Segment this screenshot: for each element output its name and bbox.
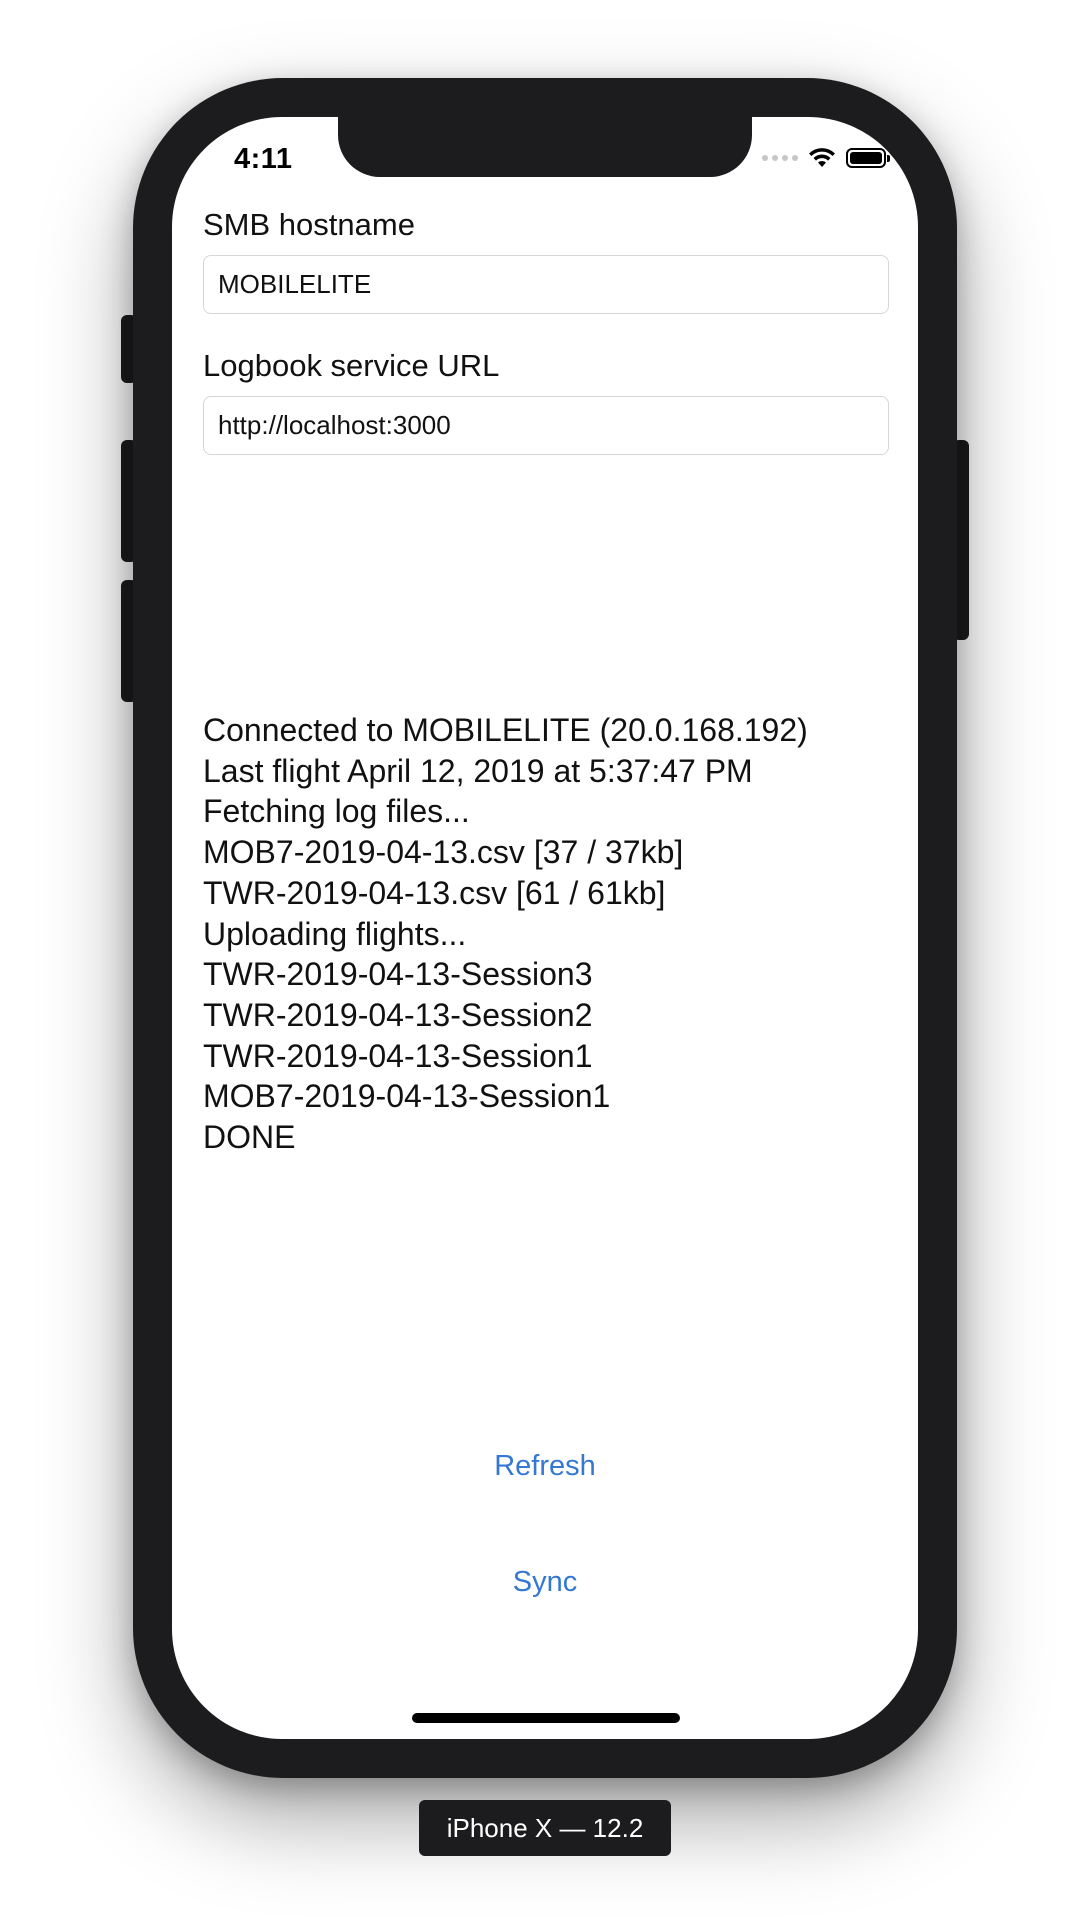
sync-log: Connected to MOBILELITE (20.0.168.192) L… (203, 710, 893, 1158)
status-time: 4:11 (234, 143, 293, 175)
cellular-signal-icon (762, 155, 798, 161)
wifi-icon (809, 148, 835, 167)
log-line: Uploading flights... (203, 915, 467, 952)
log-line: TWR-2019-04-13.csv [61 / 61kb] (203, 874, 666, 911)
log-line: MOB7-2019-04-13-Session1 (203, 1078, 611, 1115)
log-line: Last flight April 12, 2019 at 5:37:47 PM (203, 752, 753, 789)
status-icons (762, 147, 890, 169)
log-line: TWR-2019-04-13-Session2 (203, 996, 593, 1033)
notch (338, 117, 752, 177)
home-indicator[interactable] (412, 1713, 680, 1723)
smb-hostname-field[interactable] (203, 255, 889, 314)
app-screen: 4:11 SMB hostname Logbook service URL Co… (172, 117, 918, 1739)
log-line: MOB7-2019-04-13.csv [37 / 37kb] (203, 834, 684, 871)
simulator-window: 4:11 SMB hostname Logbook service URL Co… (0, 0, 1090, 1928)
simulator-device-label: iPhone X — 12.2 (419, 1800, 671, 1856)
logbook-url-field[interactable] (203, 396, 889, 455)
log-line: DONE (203, 1119, 296, 1156)
battery-icon (846, 148, 890, 168)
sync-button[interactable]: Sync (172, 1566, 918, 1599)
log-line: Connected to MOBILELITE (20.0.168.192) (203, 712, 808, 748)
smb-hostname-label: SMB hostname (203, 207, 415, 242)
refresh-button[interactable]: Refresh (172, 1450, 918, 1483)
logbook-url-label: Logbook service URL (203, 348, 500, 383)
log-line: Fetching log files... (203, 793, 470, 830)
log-line: TWR-2019-04-13-Session1 (203, 1037, 593, 1074)
log-line: TWR-2019-04-13-Session3 (203, 956, 593, 993)
